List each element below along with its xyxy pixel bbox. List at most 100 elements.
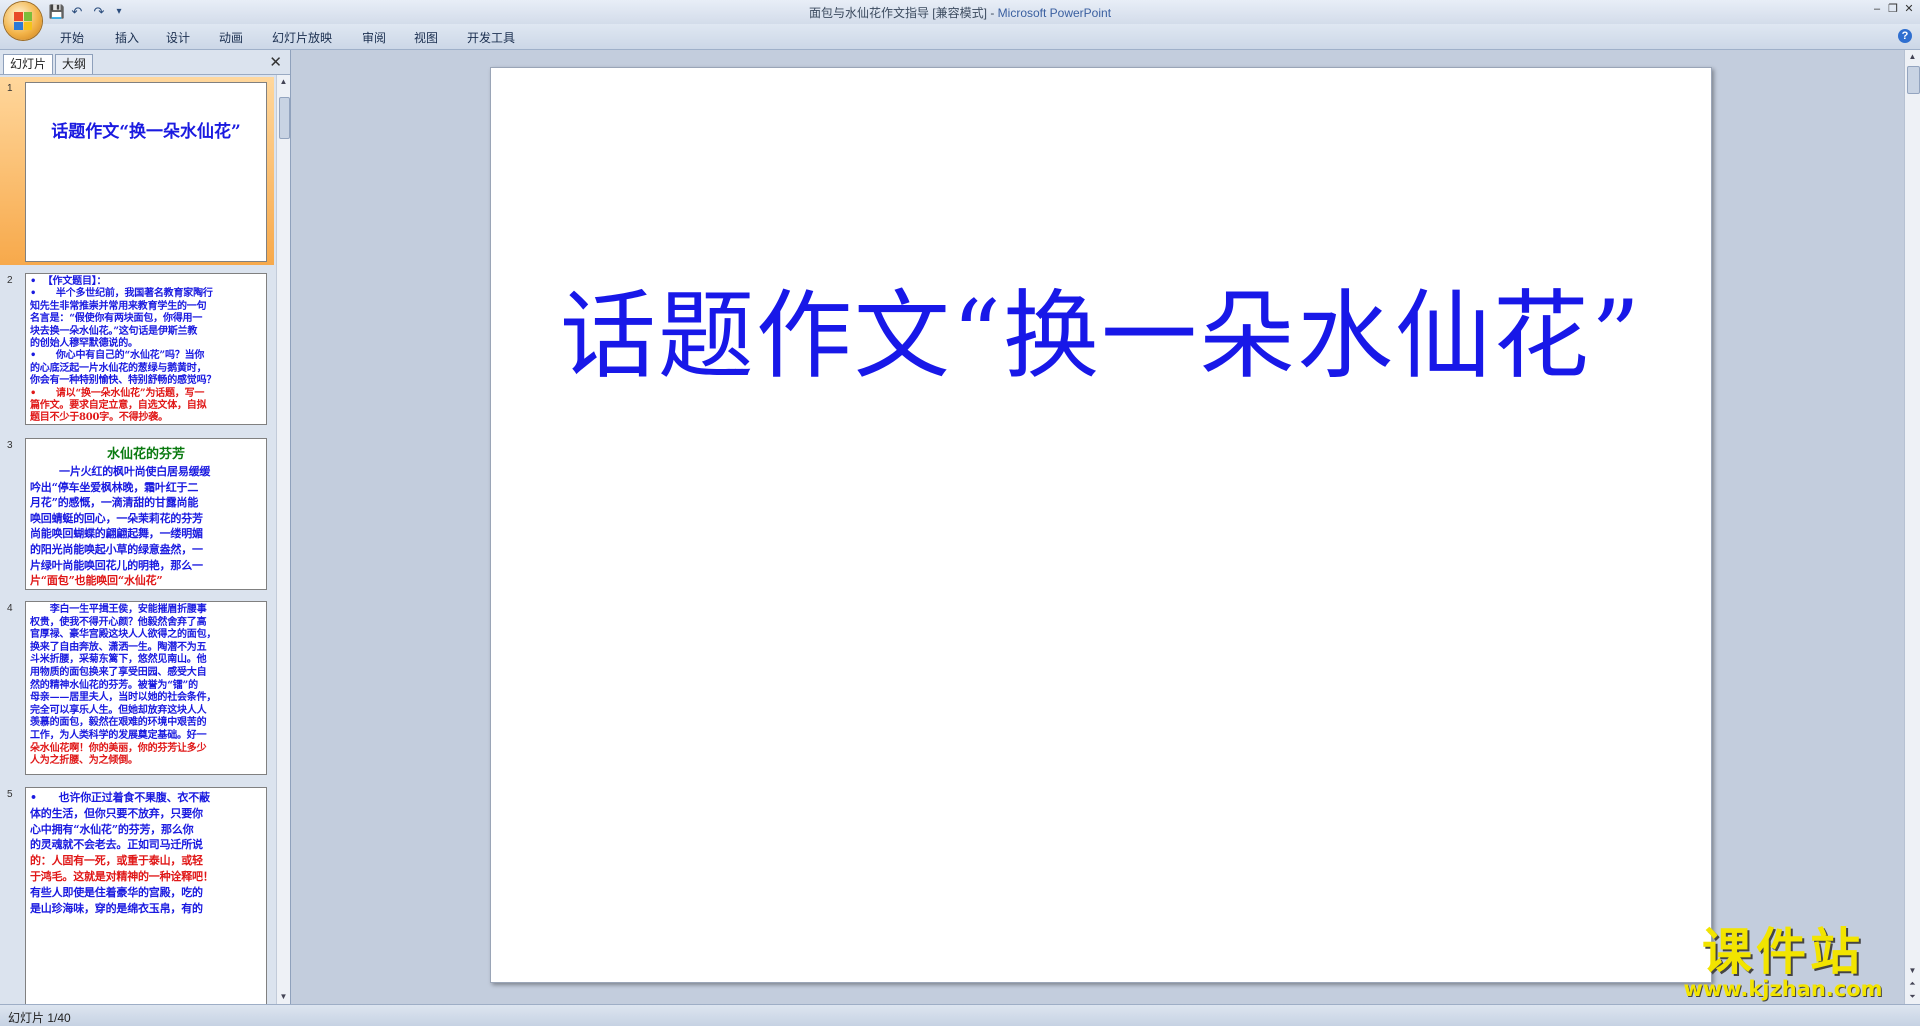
current-slide[interactable]: 话题作文“换一朵水仙花” xyxy=(490,67,1712,983)
next-slide-icon[interactable]: ⏷ xyxy=(1908,992,1917,1002)
thumbnail-line: 然的精神水仙花的芬芳。被誉为“镭”的 xyxy=(30,679,198,691)
help-icon[interactable]: ? xyxy=(1898,29,1912,43)
thumbnail-line: 片“面包”也能唤回“水仙花” xyxy=(30,574,163,588)
slide-counter: 幻灯片 1/40 xyxy=(8,1011,71,1025)
thumbnail-line: 一片火红的枫叶尚使白居易缓缓 xyxy=(30,465,211,478)
app-name: Microsoft PowerPoint xyxy=(997,6,1112,20)
thumbnail-line: 于鸿毛。这就是对精神的一种诠释吧！ xyxy=(30,869,214,883)
thumbnail-line: 名言是：“假使你有两块面包，你得用一 xyxy=(30,313,203,325)
pane-tabs: 幻灯片 大纲 ✕ xyxy=(0,50,290,75)
slide-number: 3 xyxy=(7,440,13,451)
scroll-up-icon[interactable]: ▲ xyxy=(279,77,288,87)
thumbnail-line: • 【作文题目】： xyxy=(30,276,107,287)
thumbnail-line: 篇作文。要求自定立意，自选文体，自拟 xyxy=(30,400,207,412)
thumbnail-line: • 你心中有自己的“水仙花”吗？当你 xyxy=(30,350,205,362)
thumbnail-line: 题目不少于800字。不得抄袭。 xyxy=(30,412,168,424)
thumbnail-line: 你会有一种特别愉快、特别舒畅的感觉吗？ xyxy=(30,375,217,387)
thumbnail-image: • 也许你正过着食不果腹、衣不蔽 体的生活，但你只要不放弃，只要你 心中拥有“水仙花… xyxy=(25,787,267,1004)
slide-title[interactable]: 话题作文“换一朵水仙花” xyxy=(491,258,1711,397)
thumbnail-line: 的芬芳。 xyxy=(30,589,262,590)
office-button[interactable] xyxy=(4,2,42,40)
scroll-up-icon[interactable]: ▲ xyxy=(1908,52,1917,62)
thumbnail-image: • 【作文题目】： • 半个多世纪前，我国著名教育家陶行 知先生非常推崇并常用来教育… xyxy=(25,273,267,425)
office-logo-icon xyxy=(14,12,32,30)
thumbnail-line: 有些人即使是住着豪华的宫殿，吃的 xyxy=(30,885,203,899)
slide-thumbnail-3[interactable]: 3 水仙花的芬芳 一片火红的枫叶尚使白居易缓缓 吟出“停车坐爱枫林晚，霜叶红于二月… xyxy=(0,434,274,594)
thumbnail-line: 唤回蜻蜓的回心，一朵茉莉花的芬芳 xyxy=(30,511,203,525)
watermark: 课件站 www.kjzhan.com xyxy=(1665,925,1901,1005)
scroll-thumb[interactable] xyxy=(279,97,290,139)
thumbnail-line: 换来了自由奔放、潇洒一生。陶潜不为五 xyxy=(30,641,207,653)
thumbnail-line: 用物质的面包换来了享受田园、感受大自 xyxy=(30,666,207,678)
tab-outline[interactable]: 大纲 xyxy=(55,54,94,74)
scroll-down-icon[interactable]: ▼ xyxy=(279,992,288,1002)
scroll-thumb[interactable] xyxy=(1907,66,1920,94)
slide-thumbnail-4[interactable]: 4 李白一生平揖王侯，安能摧眉折腰事 权贵，使我不得开心颜？他毅然舍弃了高 官厚禄、… xyxy=(0,597,274,775)
thumbnail-line: 片绿叶尚能唤回花儿的明艳，那么一 xyxy=(30,558,203,572)
thumbnail-line: 知先生非常推崇并常用来教育学生的一句 xyxy=(30,300,207,312)
thumbnail-line: 人为之折腰、为之倾倒。 xyxy=(30,755,138,767)
thumbnail-line: 工作，为人类科学的发展奠定基础。好一 xyxy=(30,729,207,741)
watermark-text: 课件站 xyxy=(1702,923,1864,981)
thumbnail-line: 月花”的感慨，一滴清甜的甘露尚能 xyxy=(30,496,199,510)
thumbnail-text: • 【作文题目】： • 半个多世纪前，我国著名教育家陶行 知先生非常推崇并常用来教育… xyxy=(30,276,262,424)
tab-view[interactable]: 视图 xyxy=(414,29,438,46)
tab-animations[interactable]: 动画 xyxy=(219,29,243,46)
thumbnail-image: 话题作文“换一朵水仙花” xyxy=(25,82,267,262)
slide-number: 1 xyxy=(7,83,13,94)
title-bar: 💾 ↶ ↷ ▾ 面包与水仙花作文指导 [兼容模式] - Microsoft Po… xyxy=(0,0,1920,24)
slide-number: 4 xyxy=(7,603,13,614)
slide-thumbnail-1[interactable]: 1 话题作文“换一朵水仙花” xyxy=(0,77,274,265)
thumbnail-image: 李白一生平揖王侯，安能摧眉折腰事 权贵，使我不得开心颜？他毅然舍弃了高 官厚禄、豪华… xyxy=(25,601,267,775)
tab-slides[interactable]: 幻灯片 xyxy=(3,54,54,74)
previous-slide-icon[interactable]: ⏶ xyxy=(1908,979,1917,989)
thumbnail-line: 的灵魂就不会老去。正如司马迁所说 xyxy=(30,838,203,852)
editor-scrollbar[interactable]: ▲ ▼ ⏶ ⏷ xyxy=(1904,50,1920,1004)
thumbnail-text: • 也许你正过着食不果腹、衣不蔽 体的生活，但你只要不放弃，只要你 心中拥有“水仙花… xyxy=(30,790,262,916)
tab-review[interactable]: 审阅 xyxy=(362,29,386,46)
status-bar: 幻灯片 1/40 xyxy=(0,1004,1920,1026)
slide-thumbnail-5[interactable]: 5 • 也许你正过着食不果腹、衣不蔽 体的生活，但你只要不放弃，只要你 心中拥有“水… xyxy=(0,783,274,1004)
slide-number: 5 xyxy=(7,789,13,800)
tab-home[interactable]: 开始 xyxy=(60,29,84,46)
tab-developer[interactable]: 开发工具 xyxy=(467,29,515,46)
thumbnail-line: 朵水仙花啊！你的美丽，你的芬芳让多少 xyxy=(30,742,207,754)
tab-design[interactable]: 设计 xyxy=(166,29,190,46)
thumbnail-title: 话题作文“换一朵水仙花” xyxy=(51,122,241,142)
pane-scrollbar[interactable]: ▲ ▼ xyxy=(276,75,290,1004)
slide-editor: 话题作文“换一朵水仙花” xyxy=(291,50,1904,1004)
document-name: 面包与水仙花作文指导 [兼容模式] xyxy=(808,6,987,20)
thumbnail-line: 母亲——居里夫人，当时以她的社会条件， xyxy=(30,692,217,704)
tab-insert[interactable]: 插入 xyxy=(115,29,139,46)
thumbnail-line: 心中拥有“水仙花”的芬芳，那么你 xyxy=(30,822,194,836)
scroll-down-icon[interactable]: ▼ xyxy=(1908,966,1917,976)
thumbnail-line: 官厚禄、豪华宫殿这块人人欲得之的面包， xyxy=(30,629,217,641)
thumbnail-heading: 水仙花的芬芳 xyxy=(106,447,185,462)
slide-thumbnail-2[interactable]: 2 • 【作文题目】： • 半个多世纪前，我国著名教育家陶行 知先生非常推崇并常用来… xyxy=(0,269,274,429)
thumbnail-line: 是山珍海味，穿的是绵衣玉帛，有的 xyxy=(30,901,203,915)
thumbnail-line: 的阳光尚能唤起小草的绿意盎然，一 xyxy=(30,542,203,556)
thumbnail-line: 李白一生平揖王侯，安能摧眉折腰事 xyxy=(30,604,207,615)
window-title: 面包与水仙花作文指导 [兼容模式] - Microsoft PowerPoint xyxy=(0,4,1920,21)
thumbnail-line: 吟出“停车坐爱枫林晚，霜叶红于二 xyxy=(30,480,199,494)
ribbon-tab-bar: 开始 插入 设计 动画 幻灯片放映 审阅 视图 开发工具 ? xyxy=(0,24,1920,50)
thumbnail-line: 尚能唤回蝴蝶的翩翩起舞，一缕明媚 xyxy=(30,527,203,541)
watermark-url: www.kjzhan.com xyxy=(1683,977,1883,1001)
tab-slideshow[interactable]: 幻灯片放映 xyxy=(272,29,332,46)
thumbnail-line: 的：人固有一死，或重于泰山，或轻 xyxy=(30,854,203,868)
title-separator: - xyxy=(986,6,998,20)
thumbnail-line: • 请以“换一朵水仙花”为话题，写一 xyxy=(30,387,205,399)
thumbnail-line: 的创始人穆罕默德说的。 xyxy=(30,338,138,350)
thumbnail-line: 斗米折腰，采菊东篱下，悠然见南山。他 xyxy=(30,654,207,666)
slide-number: 2 xyxy=(7,275,13,286)
thumbnail-text: 一片火红的枫叶尚使白居易缓缓 吟出“停车坐爱枫林晚，霜叶红于二 月花”的感慨，一滴清… xyxy=(30,464,262,590)
thumbnail-image: 水仙花的芬芳 一片火红的枫叶尚使白居易缓缓 吟出“停车坐爱枫林晚，霜叶红于二 月花”… xyxy=(25,438,267,590)
close-pane-icon[interactable]: ✕ xyxy=(269,53,282,71)
slide-thumbnails: 1 话题作文“换一朵水仙花” 2 • 【作文题目】： • 半个多世纪前，我国著名教… xyxy=(0,75,274,1004)
thumbnail-line: • 半个多世纪前，我国著名教育家陶行 xyxy=(30,288,213,300)
close-button[interactable]: ✕ xyxy=(1900,1,1918,17)
thumbnail-line: 权贵，使我不得开心颜？他毅然舍弃了高 xyxy=(30,616,207,628)
slides-pane: 幻灯片 大纲 ✕ 1 话题作文“换一朵水仙花” 2 • 【作文题目】： • 半个多… xyxy=(0,50,291,1004)
thumbnail-line: 完全可以享乐人生。但她却放弃这块人人 xyxy=(30,704,207,716)
thumbnail-line: • 也许你正过着食不果腹、衣不蔽 xyxy=(30,791,210,804)
